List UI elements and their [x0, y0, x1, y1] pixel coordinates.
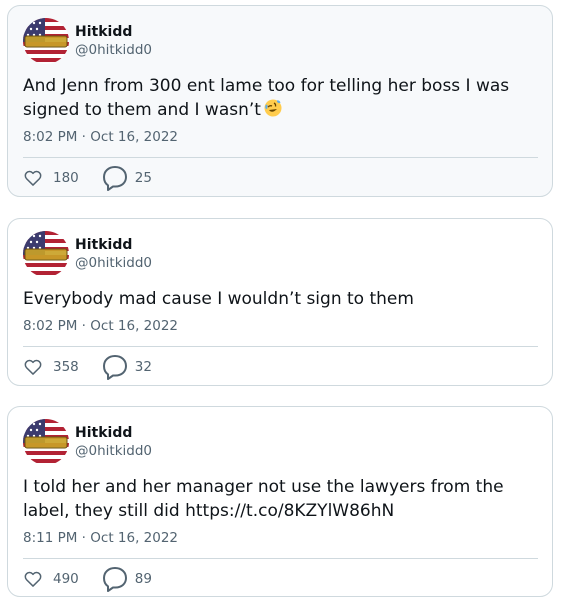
divider	[23, 558, 538, 559]
display-name[interactable]: Hitkidd	[75, 424, 152, 442]
display-name[interactable]: Hitkidd	[75, 236, 152, 254]
user-names: Hitkidd @0hitkidd0	[75, 424, 152, 460]
tweet-header: Hitkidd @0hitkidd0	[23, 230, 152, 278]
reply-count: 25	[134, 170, 152, 186]
user-handle[interactable]: @0hitkidd0	[75, 442, 152, 460]
reply-button[interactable]: 25	[101, 164, 152, 192]
like-button[interactable]: 180	[23, 168, 79, 188]
heart-icon	[24, 170, 42, 186]
tweet-text-content: I told her and her manager not use the l…	[23, 477, 509, 521]
tweet-header: Hitkidd @0hitkidd0	[23, 17, 152, 65]
like-count: 490	[53, 571, 79, 587]
reply-count: 32	[134, 359, 152, 375]
tweet-text: And Jenn from 300 ent lame too for telli…	[23, 74, 538, 122]
speech-bubble-icon	[102, 355, 127, 380]
tweet-feed: Hitkidd @0hitkidd0 And Jenn from 300 ent…	[0, 0, 562, 600]
like-button[interactable]: 490	[23, 569, 79, 589]
avatar[interactable]	[23, 419, 69, 465]
rolling-on-floor-laughing-emoji-icon	[263, 98, 283, 118]
reply-button[interactable]: 32	[101, 353, 152, 381]
like-count: 180	[53, 170, 79, 186]
heart-icon	[24, 359, 42, 375]
tweet-card[interactable]: Hitkidd @0hitkidd0 Everybody mad cause I…	[7, 218, 553, 386]
speech-bubble-icon	[102, 166, 127, 191]
like-count: 358	[53, 359, 79, 375]
user-handle[interactable]: @0hitkidd0	[75, 254, 152, 272]
tweet-actions: 490 89	[23, 565, 152, 593]
reply-count: 89	[134, 571, 152, 587]
tweet-actions: 180 25	[23, 164, 152, 192]
tweet-timestamp[interactable]: 8:02 PM · Oct 16, 2022	[23, 128, 178, 146]
divider	[23, 346, 538, 347]
emoji-svg	[264, 99, 282, 117]
tweet-text: Everybody mad cause I wouldn’t sign to t…	[23, 287, 538, 311]
tweet-header: Hitkidd @0hitkidd0	[23, 418, 152, 466]
tweet-actions: 358 32	[23, 353, 152, 381]
avatar[interactable]	[23, 18, 69, 64]
reply-button[interactable]: 89	[101, 565, 152, 593]
speech-bubble-icon	[102, 567, 127, 592]
user-handle[interactable]: @0hitkidd0	[75, 41, 152, 59]
tweet-text-content: Everybody mad cause I wouldn’t sign to t…	[23, 289, 414, 309]
tweet-card[interactable]: Hitkidd @0hitkidd0 I told her and her ma…	[7, 406, 553, 597]
user-names: Hitkidd @0hitkidd0	[75, 23, 152, 59]
heart-icon	[24, 571, 42, 587]
display-name[interactable]: Hitkidd	[75, 23, 152, 41]
like-button[interactable]: 358	[23, 357, 79, 377]
user-names: Hitkidd @0hitkidd0	[75, 236, 152, 272]
divider	[23, 157, 538, 158]
tweet-timestamp[interactable]: 8:02 PM · Oct 16, 2022	[23, 317, 178, 335]
tweet-text: I told her and her manager not use the l…	[23, 475, 538, 523]
avatar[interactable]	[23, 231, 69, 277]
tweet-timestamp[interactable]: 8:11 PM · Oct 16, 2022	[23, 529, 178, 547]
tweet-card[interactable]: Hitkidd @0hitkidd0 And Jenn from 300 ent…	[7, 5, 553, 197]
